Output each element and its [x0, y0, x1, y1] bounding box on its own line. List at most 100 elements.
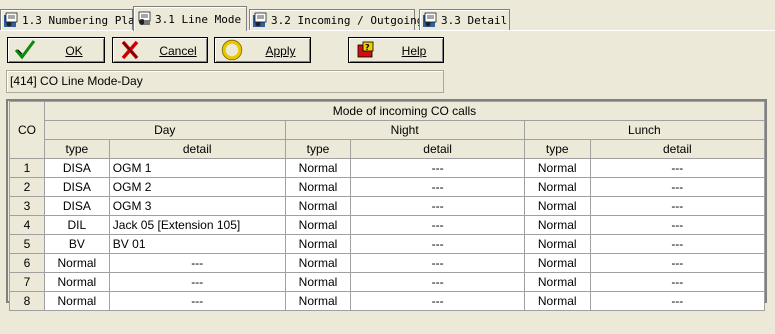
mode-header-lunch: Lunch — [523, 120, 766, 140]
line-mode-icon — [138, 11, 151, 25]
detail-cell[interactable]: --- — [108, 272, 286, 292]
row-number: 7 — [9, 272, 45, 292]
tab-line-mode[interactable]: 3.1 Line Mode — [133, 6, 247, 31]
type-cell[interactable]: Normal — [284, 177, 352, 197]
tab-strip: 1.3 Numbering Plan 3.1 Line Mode 3.2 Inc… — [0, 0, 775, 31]
type-cell[interactable]: Normal — [43, 253, 110, 273]
co-header: CO — [9, 101, 45, 159]
detail-cell[interactable]: --- — [589, 215, 766, 235]
detail-cell[interactable]: --- — [350, 234, 525, 254]
tab-label: 3.1 Line Mode — [155, 12, 242, 26]
type-cell[interactable]: Normal — [523, 253, 591, 273]
mode-header-night: Night — [284, 120, 525, 140]
type-cell[interactable]: DISA — [43, 196, 110, 216]
type-cell[interactable]: Normal — [284, 215, 352, 235]
tab-numbering-plan[interactable]: 1.3 Numbering Plan — [0, 9, 141, 30]
subheader-type: type — [523, 139, 591, 159]
type-cell[interactable]: Normal — [43, 291, 110, 311]
row-number: 8 — [9, 291, 45, 311]
row-number: 1 — [9, 158, 45, 178]
table-row: 1 DISA OGM 1 Normal --- Normal --- — [9, 158, 766, 178]
ok-label: OK — [65, 44, 83, 58]
type-cell[interactable]: DISA — [43, 177, 110, 197]
tab-incoming-outgoing[interactable]: 3.2 Incoming / Outgoing — [249, 9, 423, 30]
type-cell[interactable]: Normal — [523, 196, 591, 216]
help-button[interactable]: ? Help — [348, 37, 444, 63]
tab-label: 3.2 Incoming / Outgoing — [271, 13, 424, 27]
tab-label: 3.3 Detail — [441, 13, 508, 27]
row-number: 3 — [9, 196, 45, 216]
detail-cell[interactable]: OGM 1 — [108, 158, 286, 178]
type-cell[interactable]: Normal — [523, 234, 591, 254]
detail-cell[interactable]: --- — [108, 253, 286, 273]
detail-cell[interactable]: --- — [589, 158, 766, 178]
detail-cell[interactable]: --- — [589, 234, 766, 254]
table-row: 4 DIL Jack 05 [Extension 105] Normal --- Norm… — [9, 215, 766, 235]
apply-label: Apply — [265, 44, 296, 58]
tab-divider — [0, 30, 775, 31]
subheader-type: type — [43, 139, 110, 159]
type-cell[interactable]: DISA — [43, 158, 110, 178]
subheader-type: type — [284, 139, 352, 159]
detail-cell[interactable]: OGM 3 — [108, 196, 286, 216]
detail-cell[interactable]: --- — [350, 215, 525, 235]
detail-cell[interactable]: --- — [589, 272, 766, 292]
detail-cell[interactable]: Jack 05 [Extension 105] — [108, 215, 286, 235]
detail-cell[interactable]: --- — [350, 253, 525, 273]
incoming-outgoing-icon — [253, 12, 267, 27]
type-cell[interactable]: Normal — [43, 272, 110, 292]
cancel-button[interactable]: Cancel — [112, 37, 208, 63]
type-cell[interactable]: Normal — [523, 215, 591, 235]
type-cell[interactable]: DIL — [43, 215, 110, 235]
type-cell[interactable]: Normal — [284, 272, 352, 292]
detail-cell[interactable]: --- — [350, 291, 525, 311]
detail-cell[interactable]: --- — [589, 177, 766, 197]
table-row: 2 DISA OGM 2 Normal --- Normal --- — [9, 177, 766, 197]
type-cell[interactable]: Normal — [523, 272, 591, 292]
type-cell[interactable]: Normal — [284, 158, 352, 178]
grid-body: 1 DISA OGM 1 Normal --- Normal --- 2 DISA OGM 2 No… — [9, 158, 766, 311]
type-cell[interactable]: Normal — [523, 158, 591, 178]
table-row: 8 Normal --- Normal --- Normal --- — [9, 291, 766, 311]
mode-header-day: Day — [43, 120, 286, 140]
subheader-detail: detail — [589, 139, 766, 159]
apply-button[interactable]: Apply — [214, 37, 311, 63]
tab-detail[interactable]: 3.3 Detail — [419, 9, 510, 30]
detail-cell[interactable]: --- — [350, 272, 525, 292]
detail-cell[interactable]: OGM 2 — [108, 177, 286, 197]
section-title: [414] CO Line Mode-Day — [6, 70, 444, 93]
ok-button[interactable]: OK — [7, 37, 105, 63]
detail-cell[interactable]: --- — [589, 196, 766, 216]
row-number: 6 — [9, 253, 45, 273]
co-line-mode-table: CO Mode of incoming CO calls Day Night L… — [9, 101, 766, 311]
type-cell[interactable]: Normal — [523, 291, 591, 311]
detail-cell[interactable]: --- — [589, 291, 766, 311]
tab-label: 1.3 Numbering Plan — [22, 13, 142, 27]
detail-icon — [423, 12, 437, 27]
row-number: 5 — [9, 234, 45, 254]
type-cell[interactable]: Normal — [284, 253, 352, 273]
detail-cell[interactable]: --- — [350, 158, 525, 178]
table-row: 6 Normal --- Normal --- Normal --- — [9, 253, 766, 273]
detail-cell[interactable]: --- — [350, 196, 525, 216]
table-row: 7 Normal --- Normal --- Normal --- — [9, 272, 766, 292]
subheader-detail: detail — [108, 139, 286, 159]
cancel-label: Cancel — [159, 44, 197, 58]
type-cell[interactable]: Normal — [523, 177, 591, 197]
co-line-mode-grid: CO Mode of incoming CO calls Day Night L… — [6, 99, 767, 311]
table-row: 3 DISA OGM 3 Normal --- Normal --- — [9, 196, 766, 216]
help-label: Help — [401, 44, 427, 58]
detail-cell[interactable]: --- — [589, 253, 766, 273]
row-number: 4 — [9, 215, 45, 235]
detail-cell[interactable]: --- — [108, 291, 286, 311]
type-cell[interactable]: Normal — [284, 196, 352, 216]
row-number: 2 — [9, 177, 45, 197]
detail-cell[interactable]: BV 01 — [108, 234, 286, 254]
subheader-detail: detail — [350, 139, 525, 159]
type-cell[interactable]: BV — [43, 234, 110, 254]
detail-cell[interactable]: --- — [350, 177, 525, 197]
type-cell[interactable]: Normal — [284, 291, 352, 311]
group-header: Mode of incoming CO calls — [43, 101, 766, 121]
table-row: 5 BV BV 01 Normal --- Normal --- — [9, 234, 766, 254]
type-cell[interactable]: Normal — [284, 234, 352, 254]
